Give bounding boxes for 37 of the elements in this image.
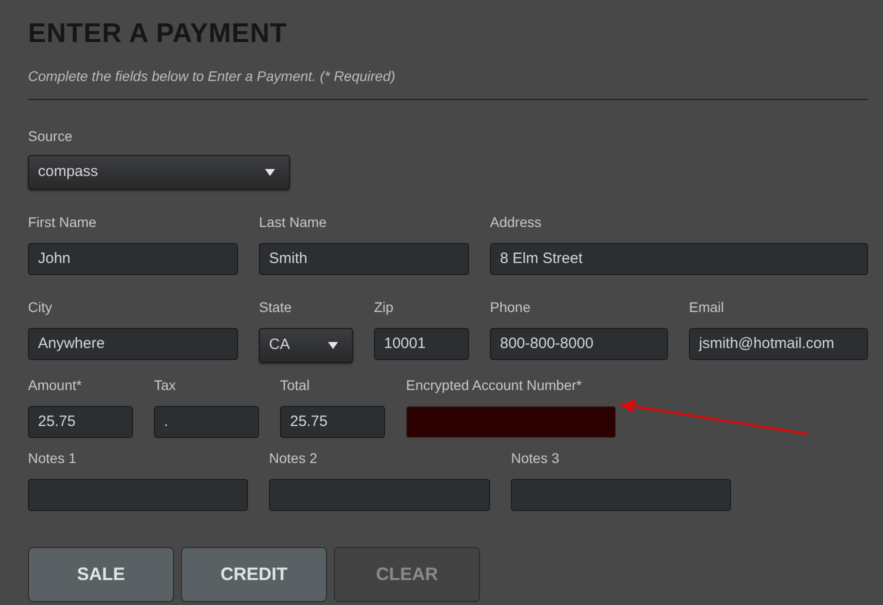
field-label: Amount* [28, 376, 83, 395]
input-field[interactable]: 25.75 [28, 406, 133, 438]
field-label: City [28, 298, 54, 317]
field-label: Phone [490, 298, 532, 317]
select-dropdown[interactable]: compass [28, 155, 290, 190]
input-field[interactable] [28, 479, 248, 511]
dropdown-caret-icon [265, 169, 275, 176]
page-subtitle: Complete the fields below to Enter a Payment. (* Required) [28, 67, 396, 86]
input-field[interactable]: 8 Elm Street [490, 243, 868, 275]
input-field[interactable]: 10001 [374, 328, 469, 360]
input-field[interactable] [511, 479, 731, 511]
select-dropdown[interactable]: CA [259, 328, 353, 363]
input-field[interactable]: 25.75 [280, 406, 385, 438]
field-label: Source [28, 127, 74, 146]
field-label: State [259, 298, 293, 317]
field-label: Total [280, 376, 311, 395]
field-label: Tax [154, 376, 177, 395]
field-label: Address [490, 213, 542, 232]
input-field[interactable]: . [154, 406, 259, 438]
input-field[interactable]: Anywhere [28, 328, 238, 360]
input-field[interactable] [269, 479, 490, 511]
input-field[interactable]: 800-800-8000 [490, 328, 668, 360]
input-field[interactable]: Smith [259, 243, 469, 275]
field-label: Encrypted Account Number* [406, 376, 583, 395]
action-button[interactable]: CREDIT [181, 547, 327, 602]
field-label: Notes 2 [269, 449, 318, 468]
field-label: Notes 1 [28, 449, 78, 468]
field-label: Zip [374, 298, 394, 317]
field-label: Notes 3 [511, 449, 560, 468]
input-field[interactable]: jsmith@hotmail.com [689, 328, 868, 360]
field-label: First Name [28, 213, 98, 232]
field-label: Last Name [259, 213, 328, 232]
field-label: Email [689, 298, 726, 317]
input-field[interactable] [406, 406, 616, 438]
dropdown-caret-icon [328, 342, 338, 349]
action-button[interactable]: SALE [28, 547, 174, 602]
input-field[interactable]: John [28, 243, 238, 275]
